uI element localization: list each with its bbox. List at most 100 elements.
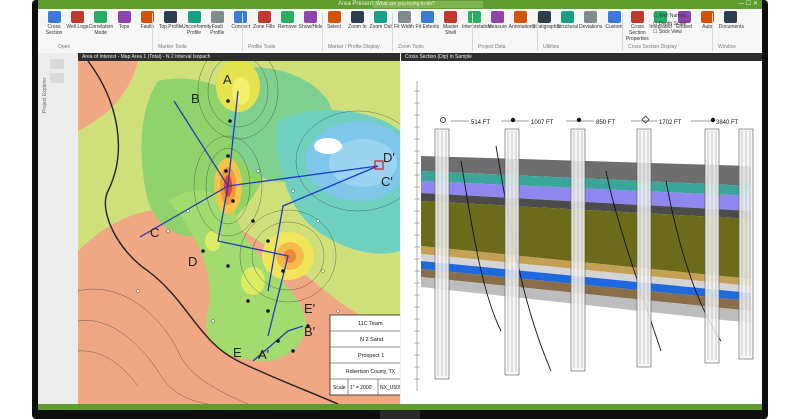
title-block-file-id: NX_U509	[380, 385, 400, 391]
ribbon-button-label: Zoom In	[348, 24, 367, 30]
cross-section-view[interactable]: 514 FT 1007 FT 850 FT 1702 FT 3840 FT	[401, 61, 762, 404]
map-title-block: 11C Team N 2 Sand Prospect 1 Robertson C…	[329, 314, 400, 396]
ribbon-button-select[interactable]: Select	[322, 11, 346, 30]
well-log-column[interactable]	[434, 128, 450, 380]
cross-section-svg[interactable]: 514 FT 1007 FT 850 FT 1702 FT 3840 FT	[401, 61, 762, 404]
panel-layers-icon[interactable]	[50, 73, 64, 83]
map-point-a-prime: A'	[258, 347, 269, 362]
ribbon-button-unconformity-profile[interactable]: Unconformity Profile	[182, 11, 211, 36]
ribbon-group-label: Window	[718, 44, 736, 50]
ribbon-button-label: Measure	[487, 24, 508, 30]
map-pane-tab[interactable]: Area of Interest - Map Area 1 (Total) - …	[78, 53, 400, 61]
ribbon-button-label: Zoom Out	[369, 24, 392, 30]
ribbon-button-measure[interactable]: Measure	[485, 11, 509, 30]
title-bar: Area Presentation What are you trying to…	[38, 0, 762, 9]
title-block-county: Robertson County, TX	[346, 369, 396, 375]
project-explorer-strip: Project Explorer	[38, 53, 79, 410]
ribbon-checkbox[interactable]: ☐ Well Names	[653, 13, 686, 19]
ribbon-group-label: Project Data	[478, 44, 506, 50]
ribbon-icon	[584, 11, 598, 23]
ribbon-button-show-hide[interactable]: Show/Hide	[299, 11, 323, 30]
well-log-column[interactable]	[738, 128, 754, 360]
ribbon-button-label: Interpretation	[462, 24, 492, 30]
ribbon-icon	[630, 11, 644, 23]
ribbon-button-zoom-out[interactable]: Zoom Out	[369, 11, 393, 30]
ribbon-button-label: Top Profile	[158, 24, 183, 30]
ribbon-checkbox[interactable]: ☐ Stick View	[653, 29, 682, 35]
ribbon-icon	[537, 11, 551, 23]
ribbon-group-label: Utilities	[543, 44, 560, 50]
ribbon-button-cross-section-properties[interactable]: Cross Section Properties	[625, 11, 649, 42]
map-point-c-prime: C'	[381, 174, 393, 189]
map-point-b-prime: B'	[304, 324, 315, 339]
ribbon-icon	[94, 11, 108, 23]
ribbon-icon	[70, 11, 84, 23]
ribbon-button-master-shell[interactable]: Master Shell	[439, 11, 463, 36]
ribbon-button-correlation-mode[interactable]: Correlation Mode	[89, 11, 113, 36]
tell-me-search[interactable]: What are you trying to do?	[373, 1, 483, 8]
ribbon-button-label: Correlation Mode	[88, 24, 114, 36]
screen: Area Presentation What are you trying to…	[38, 0, 762, 410]
ribbon-button-zoom-in[interactable]: Zoom In	[345, 11, 369, 30]
ribbon-checkbox[interactable]: ☐ Depth Scale	[653, 21, 686, 27]
ribbon-button-label: Master Shell	[443, 24, 459, 36]
ribbon-button-remove[interactable]: Remove	[275, 11, 299, 30]
ribbon-icon	[514, 11, 528, 23]
ribbon-button-auto[interactable]: Auto	[695, 11, 719, 30]
map-pane-title: Area of Interest - Map Area 1 (Total) - …	[82, 54, 211, 60]
ribbon-button-fit-width[interactable]: Fit Width	[392, 11, 416, 30]
ribbon-separator	[622, 13, 623, 51]
ribbon-button-stratigraphic[interactable]: Stratigraphic	[532, 11, 560, 30]
ribbon-button-deviations[interactable]: Deviations	[579, 11, 603, 30]
ribbon-icon	[47, 11, 61, 23]
ribbon-button-label: Fit Extents	[415, 24, 440, 30]
ribbon-button-label: Remove	[278, 24, 297, 30]
ribbon-button-structural[interactable]: Structural	[555, 11, 579, 30]
ribbon-button-label: Annotations	[508, 24, 536, 30]
ribbon-button-label: Fit Width	[394, 24, 414, 30]
xs-distance-5: 3840 FT	[716, 120, 739, 126]
ribbon-button-interpretation[interactable]: Interpretation	[462, 11, 492, 30]
ribbon-icon	[187, 11, 201, 23]
ribbon-button-label: Select	[327, 24, 341, 30]
ribbon-icon	[327, 11, 341, 23]
ribbon-button-label: Tops	[118, 24, 130, 30]
ribbon-button-annotations[interactable]: Annotations	[508, 11, 536, 30]
well-log-column[interactable]	[570, 128, 586, 372]
ribbon-icon	[280, 11, 294, 23]
ribbon-button-label: Deviations	[578, 24, 603, 30]
monitor-bezel: Area Presentation What are you trying to…	[32, 0, 768, 419]
well-log-column[interactable]	[636, 128, 652, 368]
ribbon-button-faults[interactable]: Faults	[135, 11, 159, 30]
ribbon-group-label: Zoom Tools	[398, 44, 424, 50]
isopach-map[interactable]: A B C D E A' B' C' D' E' 11C Team N 2 Sa…	[78, 61, 400, 404]
ribbon-button-top-profile[interactable]: Top Profile	[159, 11, 183, 30]
ribbon-button-label: Cross Section Properties	[625, 24, 649, 42]
ribbon-button-label: Faults	[140, 24, 155, 30]
well-log-column[interactable]	[704, 128, 720, 364]
project-explorer-label[interactable]: Project Explorer	[42, 77, 48, 113]
ribbon-button-fault-profile[interactable]: Fault Profile	[205, 11, 229, 36]
window-controls[interactable]: — ☐ ✕	[738, 0, 758, 9]
ribbon-button-cross-section[interactable]: Cross Section	[42, 11, 66, 36]
ribbon-icon	[117, 11, 131, 23]
ribbon-button-fit-extents[interactable]: Fit Extents	[415, 11, 439, 30]
panel-pin-icon[interactable]	[50, 59, 64, 69]
title-block-prospect: Prospect 1	[358, 353, 384, 359]
ribbon-button-label: Connect	[231, 24, 250, 30]
ribbon-button-label: Auto	[702, 24, 713, 30]
ribbon-button-well-logs[interactable]: Well Logs	[65, 11, 89, 30]
ribbon-button-tops[interactable]: Tops	[112, 11, 136, 30]
ribbon-icon	[210, 11, 224, 23]
isopach-map-svg[interactable]: A B C D E A' B' C' D' E' 11C Team N 2 Sa…	[78, 61, 400, 404]
ribbon-button-label: Show/Hide	[298, 24, 323, 30]
ribbon-icon	[350, 11, 364, 23]
xs-distance-3: 850 FT	[596, 120, 615, 126]
ribbon-button-label: Cross Section	[45, 24, 63, 36]
ribbon-button-zone-fills[interactable]: Zone Fills	[252, 11, 276, 30]
well-log-column[interactable]	[504, 128, 520, 376]
map-point-e: E	[233, 345, 242, 360]
xsection-pane-tab[interactable]: Cross Section (Dip) in Sample	[401, 53, 762, 61]
ribbon-button-connect[interactable]: Connect	[229, 11, 253, 30]
ribbon-button-documents[interactable]: Documents	[719, 11, 744, 30]
